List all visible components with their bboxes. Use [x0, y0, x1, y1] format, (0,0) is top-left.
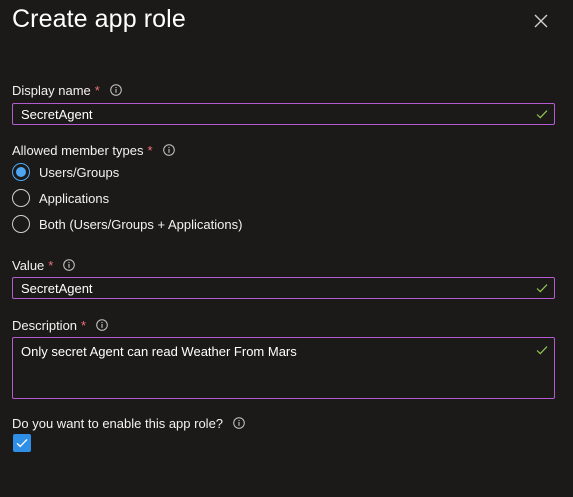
- radio-button-selected[interactable]: [12, 163, 30, 181]
- radio-option-users-groups[interactable]: Users/Groups: [12, 162, 119, 182]
- radio-button[interactable]: [12, 215, 30, 233]
- display-name-label-row: Display name *: [12, 81, 122, 99]
- radio-button[interactable]: [12, 189, 30, 207]
- info-icon[interactable]: [63, 259, 76, 271]
- required-marker: *: [81, 317, 87, 333]
- checkmark-icon: [16, 438, 28, 448]
- checkmark-icon: [536, 346, 548, 355]
- member-types-label: Allowed member types: [12, 142, 144, 158]
- radio-label: Applications: [39, 190, 110, 206]
- close-icon: [534, 14, 548, 28]
- radio-option-applications[interactable]: Applications: [12, 188, 109, 208]
- required-marker: *: [94, 82, 100, 98]
- info-icon[interactable]: [96, 319, 108, 331]
- value-label: Value: [12, 257, 45, 273]
- display-name-input[interactable]: SecretAgent: [12, 103, 555, 125]
- display-name-value: SecretAgent: [21, 107, 93, 122]
- checkmark-icon: [536, 110, 548, 119]
- value-input[interactable]: SecretAgent: [12, 277, 555, 299]
- required-marker: *: [48, 257, 54, 273]
- enable-label: Do you want to enable this app role?: [12, 415, 224, 431]
- description-textarea[interactable]: Only secret Agent can read Weather From …: [12, 337, 555, 399]
- value-field-value: SecretAgent: [21, 281, 93, 296]
- required-marker: *: [147, 142, 153, 158]
- radio-label: Both (Users/Groups + Applications): [39, 216, 243, 232]
- close-button[interactable]: [528, 8, 554, 34]
- display-name-label: Display name: [12, 82, 91, 98]
- radio-label: Users/Groups: [39, 164, 120, 180]
- panel-title: Create app role: [12, 5, 186, 33]
- enable-label-row: Do you want to enable this app role?: [12, 414, 245, 432]
- checkmark-icon: [536, 284, 548, 293]
- info-icon[interactable]: [233, 417, 245, 429]
- description-label-row: Description *: [12, 316, 108, 334]
- info-icon[interactable]: [162, 144, 175, 156]
- description-value: Only secret Agent can read Weather From …: [21, 344, 297, 359]
- enable-checkbox[interactable]: [13, 434, 31, 452]
- description-label: Description: [12, 317, 78, 333]
- info-icon[interactable]: [110, 84, 122, 96]
- value-label-row: Value *: [12, 256, 76, 274]
- member-types-label-row: Allowed member types *: [12, 141, 175, 159]
- radio-option-both[interactable]: Both (Users/Groups + Applications): [12, 214, 242, 234]
